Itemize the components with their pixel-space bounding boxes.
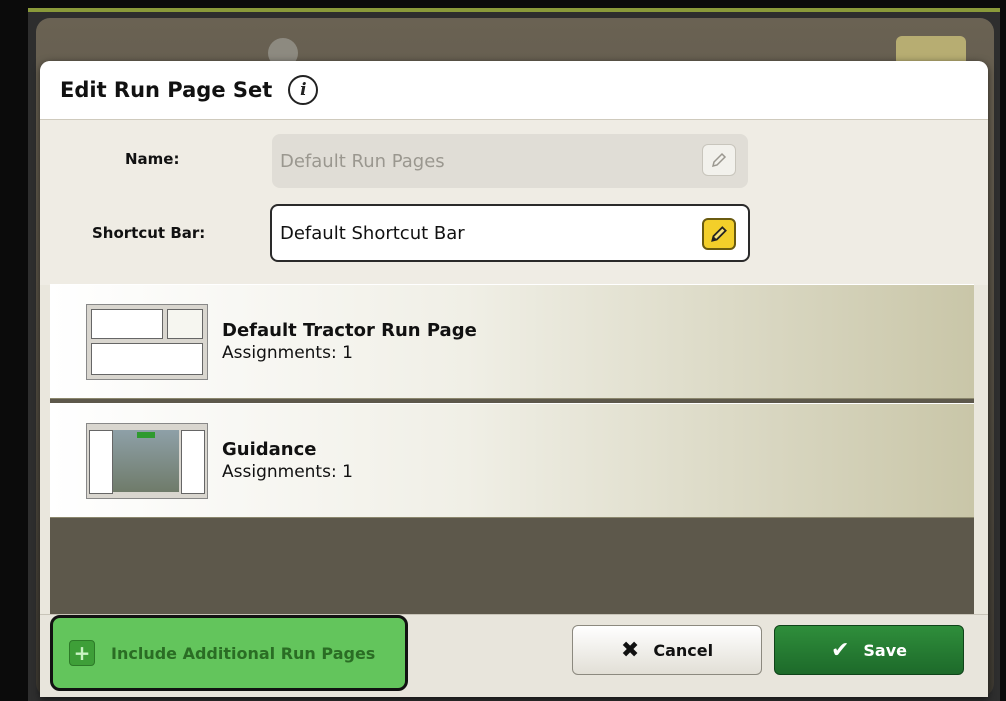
shortcut-bar-field[interactable]: Default Shortcut Bar <box>270 204 750 262</box>
name-label: Name: <box>125 150 180 168</box>
shortcut-bar-value: Default Shortcut Bar <box>280 222 465 244</box>
dialog-title: Edit Run Page Set <box>60 78 273 102</box>
include-additional-run-pages-button[interactable]: + Include Additional Run Pages <box>50 615 408 691</box>
cancel-button[interactable]: ✖ Cancel <box>572 625 762 675</box>
name-value: Default Run Pages <box>280 150 445 172</box>
run-page-title: Guidance <box>222 439 317 460</box>
cancel-label: Cancel <box>653 640 714 660</box>
edit-run-page-set-dialog: Edit Run Page Set i Name: Default Run Pa… <box>40 61 988 697</box>
name-field: Default Run Pages <box>272 134 748 188</box>
run-page-assignments: Assignments: 1 <box>222 462 353 482</box>
shortcut-bar-label: Shortcut Bar: <box>92 224 206 242</box>
save-button[interactable]: ✔ Save <box>774 625 964 675</box>
dialog-header: Edit Run Page Set i <box>40 61 988 120</box>
plus-icon: + <box>69 640 95 666</box>
pencil-icon <box>711 226 727 242</box>
run-page-thumbnail <box>86 422 208 499</box>
run-page-item[interactable]: Guidance Assignments: 1 <box>50 403 974 518</box>
pencil-icon <box>711 152 727 168</box>
dialog-footer: + Include Additional Run Pages ✖ Cancel … <box>40 614 988 697</box>
info-icon[interactable]: i <box>288 75 319 105</box>
shortcut-bar-edit-button[interactable] <box>702 218 736 250</box>
save-label: Save <box>863 640 908 660</box>
name-edit-button <box>702 144 736 176</box>
run-page-set-form: Name: Default Run Pages Shortcut Bar: De… <box>40 120 988 285</box>
include-label: Include Additional Run Pages <box>111 643 376 663</box>
run-page-thumbnail <box>86 303 208 380</box>
run-page-list: Default Tractor Run Page Assignments: 1 … <box>50 284 974 614</box>
run-page-title: Default Tractor Run Page <box>222 320 477 341</box>
checkmark-icon: ✔ <box>830 637 850 663</box>
run-page-assignments: Assignments: 1 <box>222 343 353 363</box>
run-page-item[interactable]: Default Tractor Run Page Assignments: 1 <box>50 284 974 399</box>
x-icon: ✖ <box>620 637 640 663</box>
